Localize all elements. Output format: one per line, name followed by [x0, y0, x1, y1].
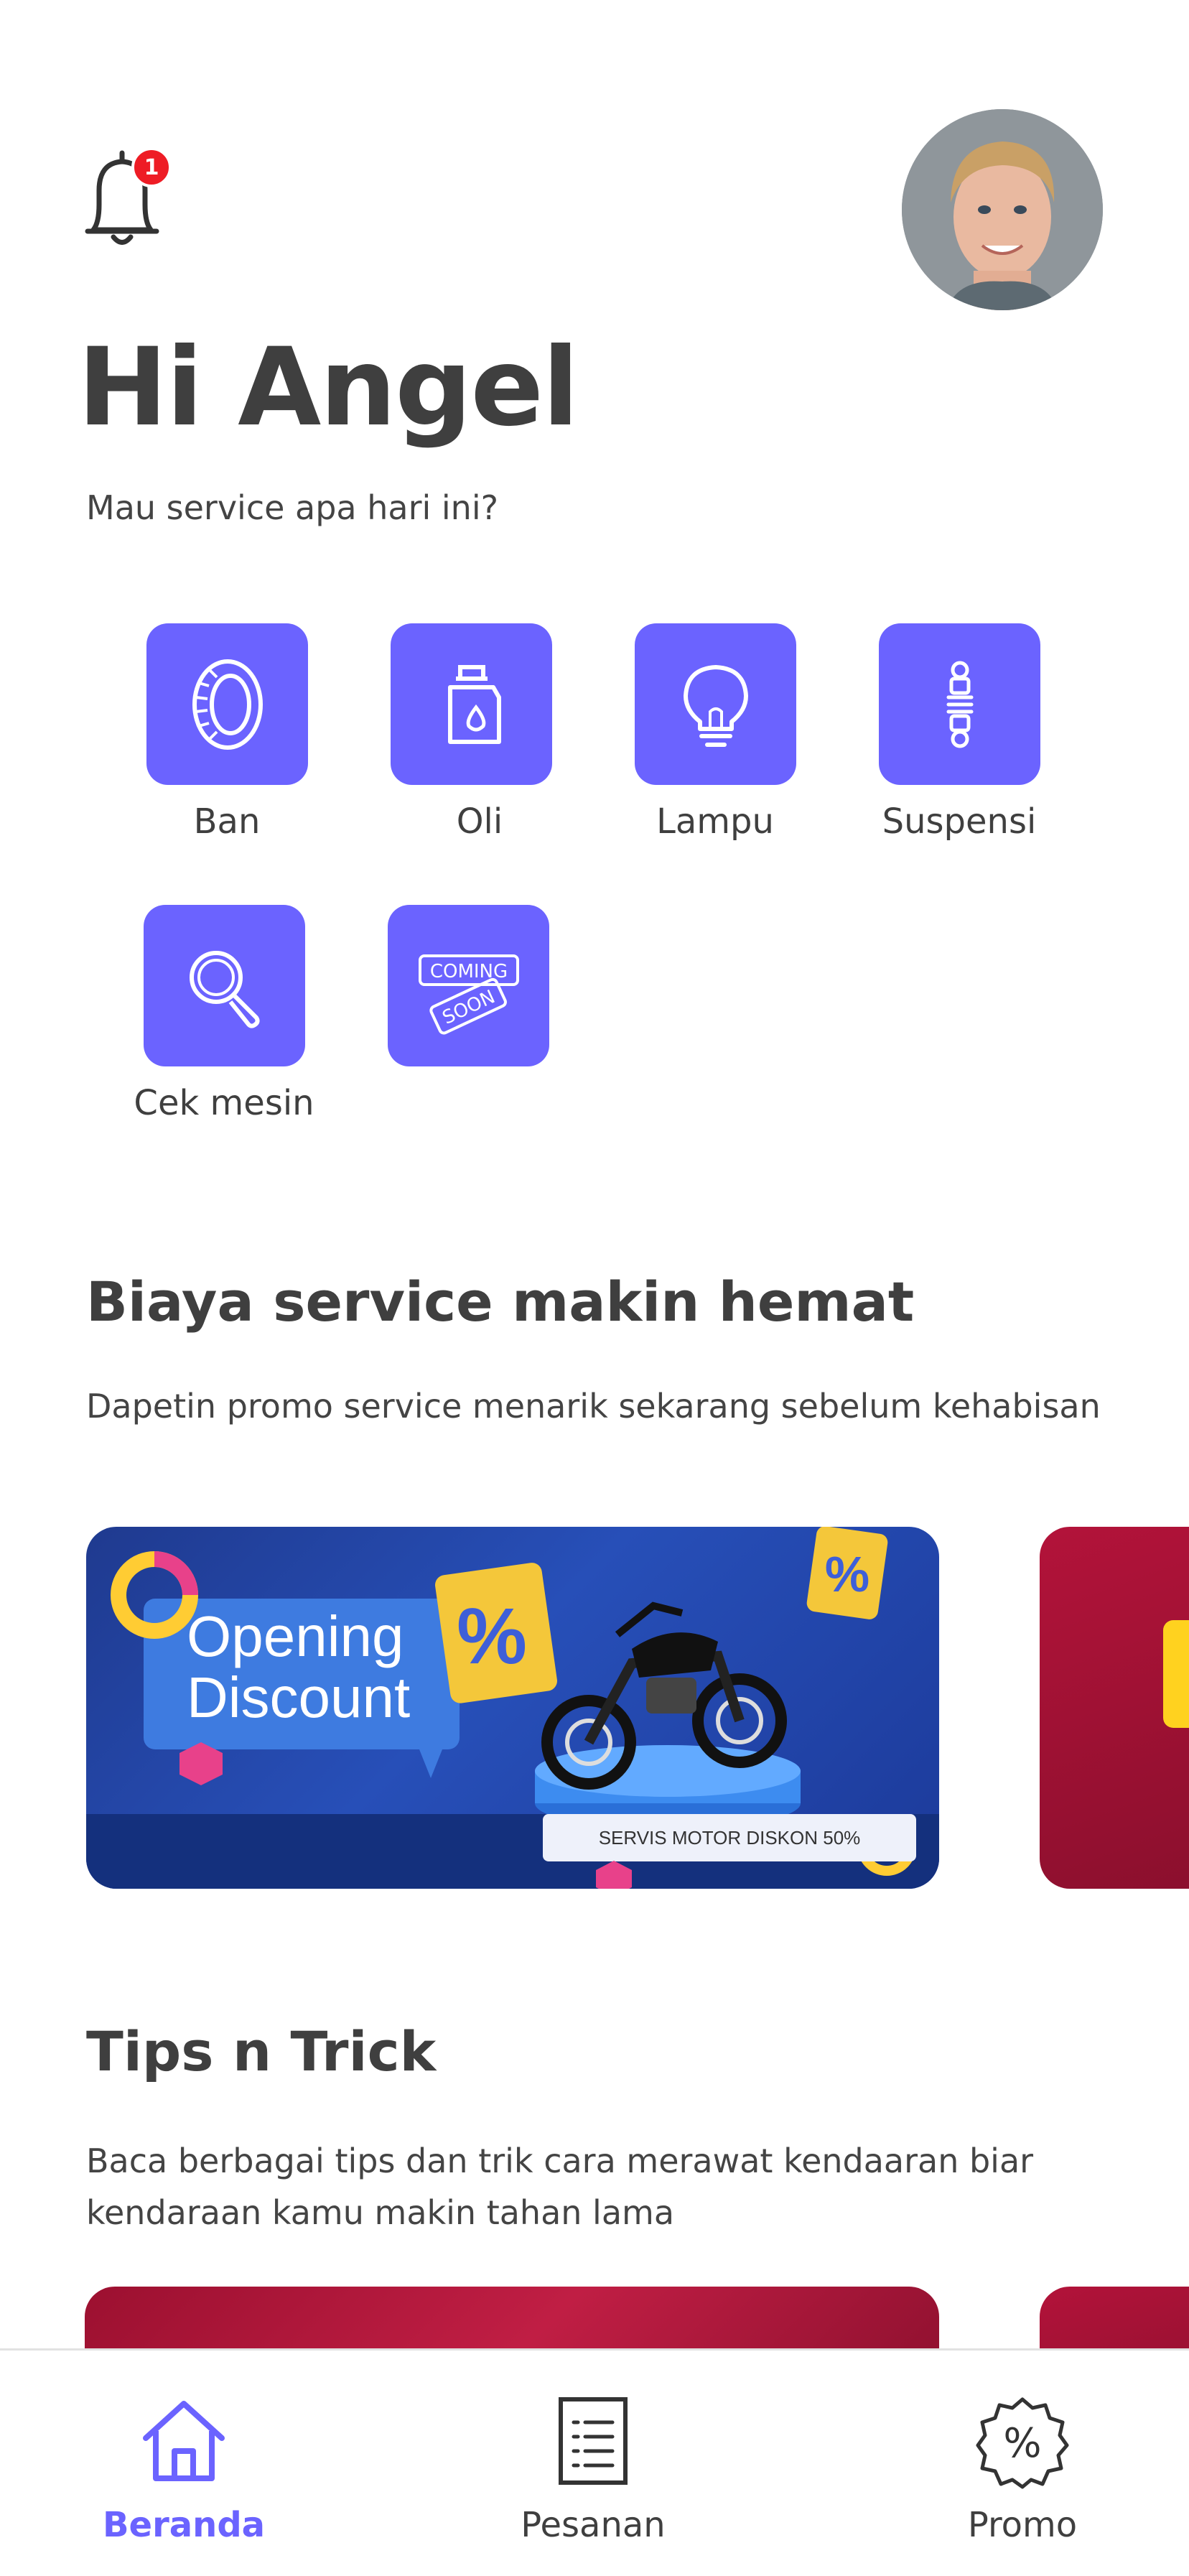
service-lampu[interactable] — [635, 623, 796, 785]
avatar[interactable] — [902, 109, 1103, 310]
service-tile — [391, 623, 552, 785]
home-icon — [143, 2401, 225, 2481]
suspension-icon — [946, 661, 973, 748]
svg-text:%: % — [1003, 2420, 1041, 2467]
document-list-icon — [559, 2397, 628, 2485]
service-suspensi[interactable] — [879, 623, 1040, 785]
tips-section-description: Baca berbagai tips dan trik cara merawat… — [86, 2142, 1034, 2232]
avatar-image — [902, 109, 1103, 310]
service-cek-mesin[interactable] — [144, 905, 305, 1066]
svg-text:%: % — [825, 1546, 869, 1602]
greeting-subtitle: Mau service apa hari ini? — [86, 488, 499, 527]
service-tile — [879, 623, 1040, 785]
service-label-lampu: Lampu — [656, 801, 774, 842]
nav-label-promo: Promo — [967, 2505, 1078, 2545]
light-bulb-icon — [683, 664, 748, 747]
service-label-oli: Oli — [456, 801, 503, 842]
svg-text:SERVIS MOTOR DISKON 50%: SERVIS MOTOR DISKON 50% — [599, 1827, 861, 1849]
nav-item-pesanan[interactable]: Pesanan — [464, 2351, 722, 2576]
svg-text:%: % — [457, 1592, 527, 1680]
service-tile — [635, 623, 796, 785]
svg-text:Opening: Opening — [187, 1604, 404, 1668]
bottom-navigation: Beranda Pesanan % Promo — [0, 2348, 1189, 2576]
magnifier-icon — [189, 950, 260, 1028]
promo-banner-next[interactable] — [1040, 1527, 1189, 1889]
service-tile: COMING SOON — [388, 905, 549, 1066]
tire-icon — [192, 659, 263, 750]
nav-label-beranda: Beranda — [102, 2505, 266, 2545]
svg-text:Discount: Discount — [187, 1665, 410, 1729]
service-coming-soon: COMING SOON — [388, 905, 549, 1066]
service-oli[interactable] — [391, 623, 552, 785]
promo-section-title: Biaya service makin hemat — [86, 1270, 915, 1334]
service-ban[interactable] — [146, 623, 308, 785]
oil-bottle-icon — [447, 664, 501, 744]
nav-item-promo[interactable]: % Promo — [893, 2351, 1152, 2576]
nav-item-beranda[interactable]: Beranda — [55, 2351, 313, 2576]
tips-section-title: Tips n Trick — [86, 2019, 437, 2083]
greeting-title: Hi Angel — [78, 325, 579, 450]
discount-badge-icon: % — [976, 2397, 1069, 2489]
promo-section-description: Dapetin promo service menarik sekarang s… — [86, 1387, 1101, 1426]
service-tile — [144, 905, 305, 1066]
service-label-cek-mesin: Cek mesin — [134, 1083, 314, 1123]
service-label-suspensi: Suspensi — [882, 801, 1037, 842]
promo-banner-opening-discount[interactable]: Opening Discount % % SERVIS MOTOR DISKON… — [86, 1527, 939, 1889]
service-tile — [146, 623, 308, 785]
coming-soon-icon: COMING SOON — [418, 954, 519, 1034]
notification-badge: 1 — [131, 147, 172, 187]
nav-label-pesanan: Pesanan — [521, 2505, 666, 2545]
service-label-ban: Ban — [193, 801, 261, 842]
